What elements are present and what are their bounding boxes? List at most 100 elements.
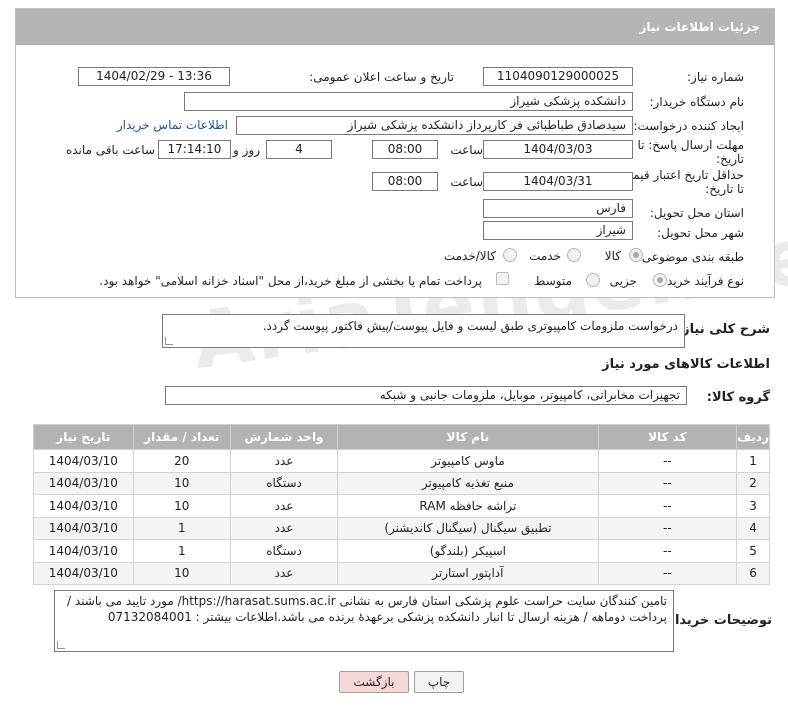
- treasury-payment-note: پرداخت تمام یا بخشی از مبلغ خرید،از محل …: [99, 274, 482, 288]
- item-code: --: [597, 561, 738, 585]
- item-code: --: [597, 471, 738, 495]
- table-row: 5 -- اسپیکر (بلندگو) دستگاه 1 1404/03/10: [33, 539, 770, 563]
- process-radio-medium[interactable]: [586, 273, 600, 287]
- col-item-name: نام کالا: [337, 424, 599, 450]
- category-option-service: خدمت: [529, 249, 561, 263]
- col-quantity: تعداد / مقدار: [132, 424, 231, 450]
- item-unit: عدد: [229, 516, 339, 540]
- category-radio-goods-service[interactable]: [503, 248, 517, 262]
- buyer-notes-textarea[interactable]: تامین کنندگان سایت حراست علوم پزشکی استا…: [54, 590, 674, 652]
- item-code: --: [597, 516, 738, 540]
- item-name: منبع تغذیه کامپیوتر: [337, 471, 599, 495]
- table-row: 1 -- ماوس کامپیوتر عدد 20 1404/03/10: [33, 449, 770, 473]
- requester-label: ایجاد کننده درخواست:: [633, 119, 744, 133]
- table-row: 4 -- تطبیق سیگنال (سیگنال کاندیشنر) عدد …: [33, 516, 770, 540]
- buyer-notes-text: تامین کنندگان سایت حراست علوم پزشکی استا…: [67, 594, 667, 624]
- col-row-number: ردیف: [736, 424, 770, 450]
- goods-group-label: گروه کالا:: [706, 390, 770, 405]
- category-radio-goods[interactable]: [629, 248, 643, 262]
- buyer-contact-link[interactable]: اطلاعات تماس خریدار: [117, 118, 228, 132]
- goods-section-title: اطلاعات کالاهای مورد نیاز: [602, 357, 770, 372]
- process-type-label: نوع فرآیند خرید :: [659, 274, 744, 288]
- row-number: 3: [736, 494, 770, 518]
- remaining-time-label: ساعت باقی مانده: [65, 143, 155, 157]
- item-need-date: 1404/03/10: [33, 561, 134, 585]
- item-quantity: 1: [132, 516, 231, 540]
- panel-header: جزئیات اطلاعات نیاز: [16, 9, 774, 45]
- table-row: 3 -- تراشه حافظه RAM عدد 10 1404/03/10: [33, 494, 770, 518]
- category-label: طبقه بندی موضوعی:: [637, 250, 744, 264]
- item-code: --: [597, 449, 738, 473]
- buyer-notes-label: توضیحات خریدار:: [662, 613, 772, 628]
- price-validity-date-field[interactable]: 1404/03/31: [483, 172, 633, 191]
- need-number-field[interactable]: 1104090129000025: [483, 67, 633, 86]
- announce-datetime-field[interactable]: 1404/02/29 - 13:36: [78, 67, 230, 86]
- item-unit: دستگاه: [229, 539, 339, 563]
- category-option-goods: کالا: [604, 249, 621, 263]
- item-name: تراشه حافظه RAM: [337, 494, 599, 518]
- item-name: آداپتور استارتر: [337, 561, 599, 585]
- item-quantity: 20: [132, 449, 231, 473]
- item-unit: عدد: [229, 494, 339, 518]
- item-name: تطبیق سیگنال (سیگنال کاندیشنر): [337, 516, 599, 540]
- days-field[interactable]: 4: [266, 140, 332, 159]
- item-need-date: 1404/03/10: [33, 449, 134, 473]
- row-number: 6: [736, 561, 770, 585]
- col-need-date: تاریخ نیاز: [33, 424, 134, 450]
- item-need-date: 1404/03/10: [33, 516, 134, 540]
- days-label: روز و: [233, 143, 260, 157]
- print-button[interactable]: چاپ: [414, 671, 464, 693]
- need-number-label: شماره نیاز:: [687, 70, 744, 84]
- panel-title: جزئیات اطلاعات نیاز: [639, 20, 760, 34]
- summary-label: شرح کلی نیاز:: [676, 322, 770, 337]
- table-row: 6 -- آداپتور استارتر عدد 10 1404/03/10: [33, 561, 770, 585]
- city-label: شهر محل تحویل:: [657, 226, 744, 240]
- province-label: استان محل تحویل:: [649, 206, 744, 220]
- col-item-code: کد کالا: [597, 424, 738, 450]
- reply-deadline-label-2: تاریخ:: [716, 152, 744, 166]
- process-radio-minor[interactable]: [653, 273, 667, 287]
- summary-textarea[interactable]: درخواست ملزومات کامپیوتری طبق لیست و فای…: [162, 314, 685, 348]
- reply-date-field[interactable]: 1404/03/03: [483, 140, 633, 159]
- requester-field[interactable]: سیدصادق طباطبائی فر کارپرداز دانشکده پزش…: [236, 116, 633, 135]
- reply-time-field[interactable]: 08:00: [372, 140, 438, 159]
- item-code: --: [597, 539, 738, 563]
- row-number: 5: [736, 539, 770, 563]
- price-validity-time-field[interactable]: 08:00: [372, 172, 438, 191]
- row-number: 2: [736, 471, 770, 495]
- reply-time-label: ساعت: [450, 143, 483, 157]
- announce-datetime-label: تاریخ و ساعت اعلان عمومی:: [309, 70, 454, 84]
- item-quantity: 10: [132, 471, 231, 495]
- goods-table: ردیف کد کالا نام کالا واحد شمارش تعداد /…: [33, 424, 770, 585]
- remaining-time-field[interactable]: 17:14:10: [158, 140, 231, 159]
- treasury-payment-checkbox[interactable]: [496, 272, 509, 285]
- row-number: 1: [736, 449, 770, 473]
- buyer-org-field[interactable]: دانشکده پزشکی شیراز: [184, 92, 633, 111]
- item-unit: دستگاه: [229, 471, 339, 495]
- buyer-org-label: نام دستگاه خریدار:: [649, 95, 745, 109]
- reply-deadline-label: مهلت ارسال پاسخ: تا: [637, 138, 744, 152]
- item-quantity: 10: [132, 561, 231, 585]
- goods-group-field[interactable]: تجهیزات مخابراتی، کامپیوتر، موبایل، ملزو…: [165, 386, 687, 405]
- price-validity-label: حداقل تاریخ اعتبار قیمت:: [617, 168, 744, 182]
- resize-handle-icon[interactable]: [57, 641, 65, 649]
- item-quantity: 1: [132, 539, 231, 563]
- resize-handle-icon[interactable]: [165, 337, 173, 345]
- summary-text: درخواست ملزومات کامپیوتری طبق لیست و فای…: [262, 319, 678, 333]
- price-validity-label-2: تا تاریخ:: [705, 182, 744, 196]
- back-button[interactable]: بازگشت: [339, 671, 409, 693]
- category-option-goods-service: کالا/خدمت: [443, 249, 496, 263]
- province-field[interactable]: فارس: [483, 199, 633, 218]
- category-radio-service[interactable]: [567, 248, 581, 262]
- table-row: 2 -- منبع تغذیه کامپیوتر دستگاه 10 1404/…: [33, 471, 770, 495]
- row-number: 4: [736, 516, 770, 540]
- item-name: اسپیکر (بلندگو): [337, 539, 599, 563]
- item-unit: عدد: [229, 449, 339, 473]
- item-quantity: 10: [132, 494, 231, 518]
- item-need-date: 1404/03/10: [33, 471, 134, 495]
- city-field[interactable]: شیراز: [483, 221, 633, 240]
- item-unit: عدد: [229, 561, 339, 585]
- process-option-minor: جزیی: [609, 274, 637, 288]
- price-validity-time-label: ساعت: [450, 175, 483, 189]
- goods-table-header: ردیف کد کالا نام کالا واحد شمارش تعداد /…: [33, 424, 770, 450]
